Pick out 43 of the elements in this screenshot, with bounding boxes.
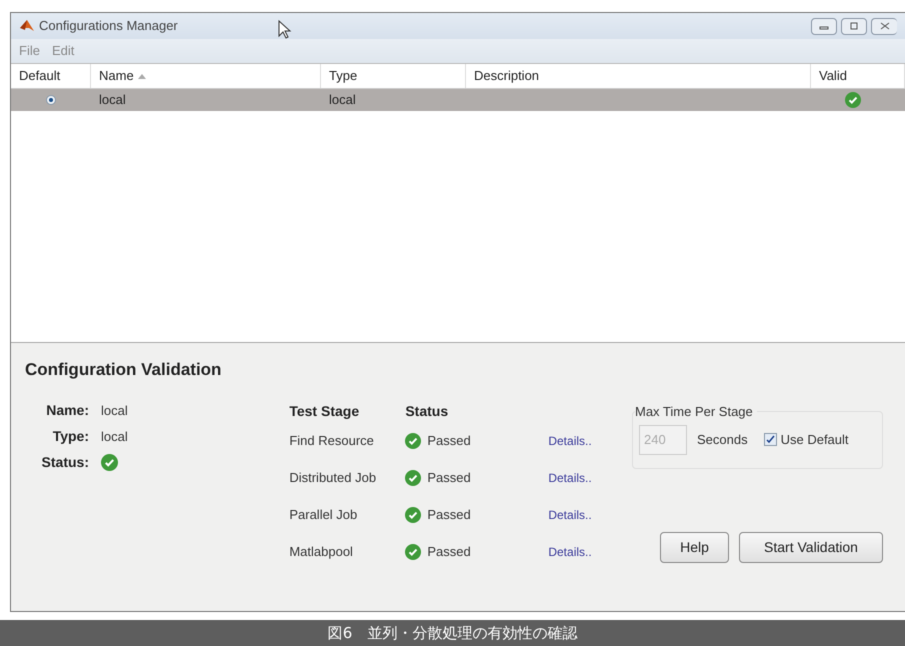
- section-title: Configuration Validation: [25, 359, 222, 381]
- field-label: Name:: [45, 401, 89, 420]
- dialog-button[interactable]: Start Validation: [739, 532, 883, 562]
- stage-name: Find Resource: [289, 432, 375, 450]
- app-logo-icon: [19, 18, 35, 34]
- checkmark-icon: [766, 435, 775, 444]
- maximize-icon: [849, 22, 859, 30]
- column-header: Status: [405, 402, 448, 421]
- details-link[interactable]: Details..: [548, 469, 592, 487]
- table-row[interactable]: local local: [11, 89, 905, 111]
- field-value: local: [101, 402, 128, 420]
- table-cell-text: local: [328, 91, 357, 110]
- stage-status: Passed: [427, 432, 471, 450]
- stage-status: Passed: [427, 506, 471, 524]
- stage-name: Distributed Job: [289, 469, 378, 488]
- unit-label: Seconds: [697, 430, 748, 449]
- maximize-button[interactable]: [841, 18, 867, 34]
- table-cell-text: local: [98, 91, 127, 110]
- figure-caption: 図6 並列・分散処理の有効性の確認: [328, 622, 578, 644]
- column-header[interactable]: Valid: [811, 64, 905, 88]
- field-label: Status:: [40, 453, 89, 472]
- details-link[interactable]: Details..: [548, 432, 592, 450]
- minimize-button[interactable]: [811, 18, 837, 34]
- column-header[interactable]: Description: [466, 64, 811, 88]
- field-value: local: [101, 428, 128, 446]
- column-header[interactable]: Name: [91, 64, 321, 88]
- details-link[interactable]: Details..: [548, 543, 592, 561]
- column-header[interactable]: Default: [11, 64, 91, 88]
- radio-button[interactable]: [46, 95, 56, 105]
- close-button[interactable]: [871, 18, 897, 34]
- sort-up-icon: [138, 74, 146, 78]
- stage-name: Matlabpool: [289, 543, 354, 562]
- column-header: Test Stage: [289, 402, 360, 421]
- stage-status: Passed: [427, 469, 471, 488]
- details-link[interactable]: Details..: [548, 506, 592, 524]
- stage-status: Passed: [427, 543, 471, 562]
- stage-name: Parallel Job: [289, 506, 358, 524]
- cursor-icon: [278, 20, 292, 40]
- dialog-button[interactable]: Help: [660, 532, 729, 562]
- column-header[interactable]: Type: [321, 64, 466, 88]
- close-icon: [880, 22, 890, 30]
- field-label: Type:: [52, 427, 89, 446]
- window-title: Configurations Manager: [39, 17, 178, 36]
